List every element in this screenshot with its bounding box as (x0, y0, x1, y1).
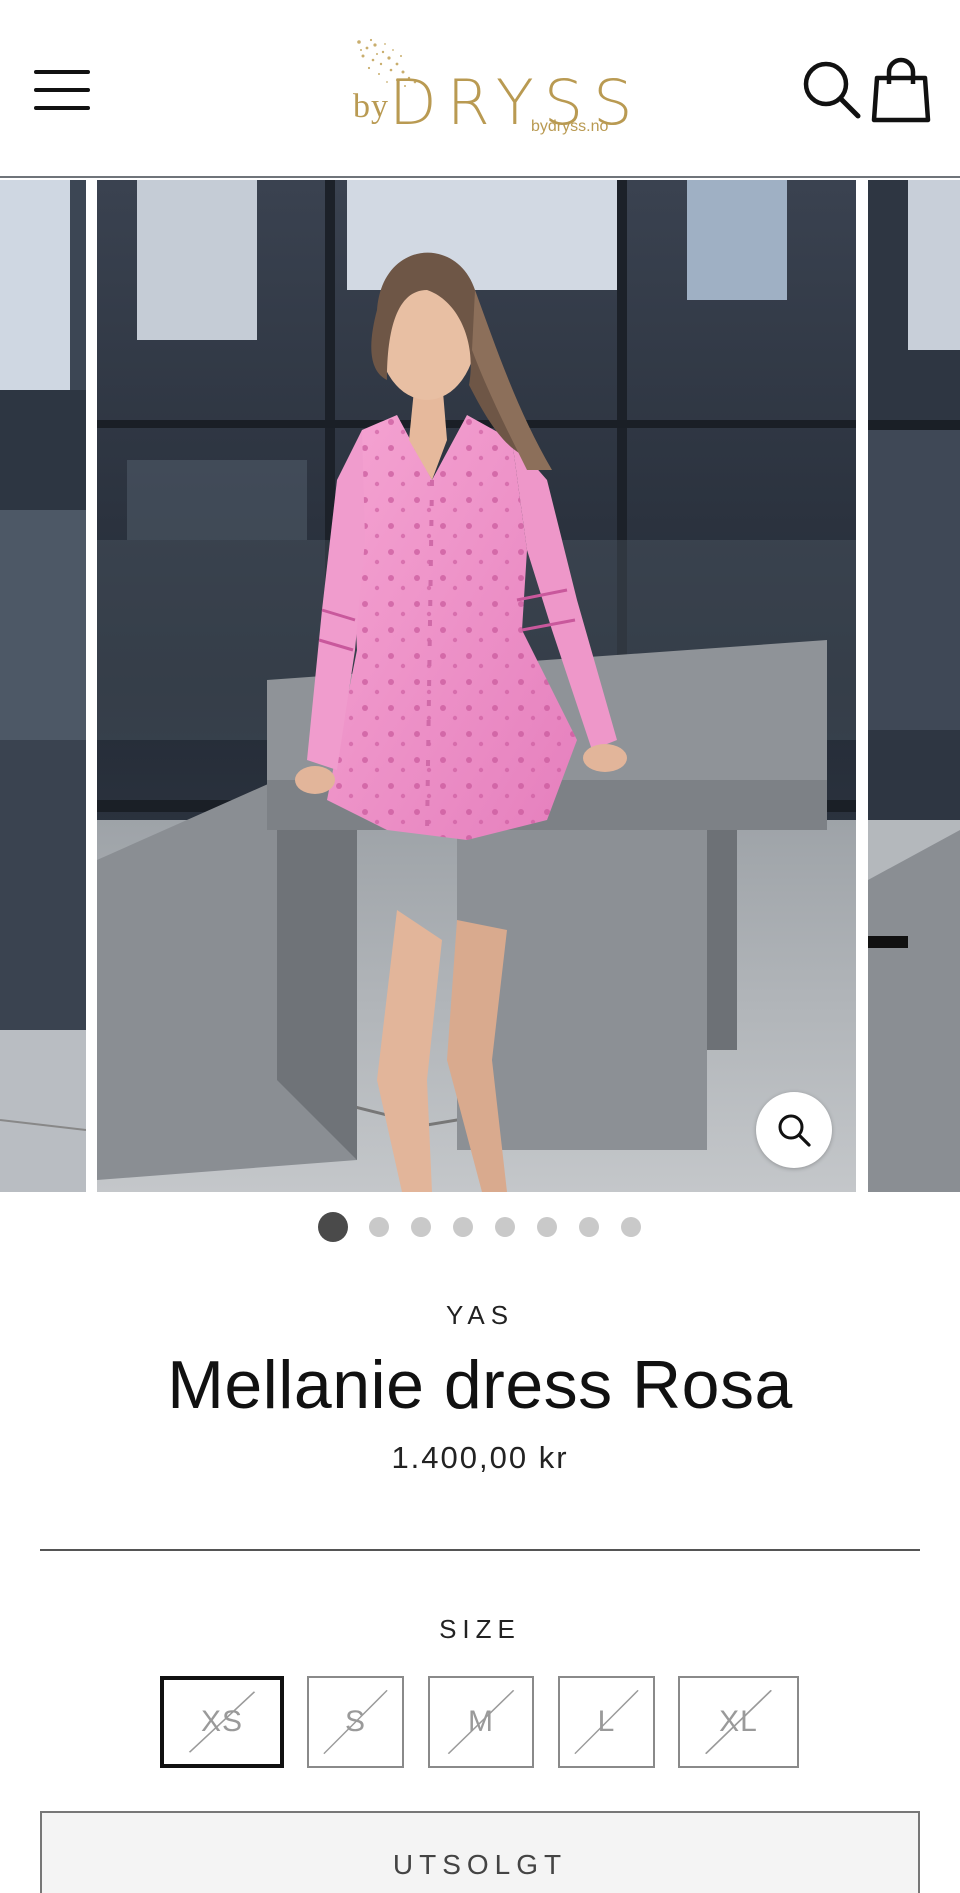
size-option-xl[interactable]: XL (678, 1676, 799, 1768)
menu-icon-line (34, 70, 90, 74)
sold-out-button[interactable]: UTSOLGT (40, 1811, 920, 1893)
size-option-label: XL (719, 1705, 758, 1738)
gallery-dot-8[interactable] (621, 1217, 641, 1237)
divider (40, 1549, 920, 1551)
size-option-label: S (344, 1705, 366, 1738)
gallery-slide-active[interactable] (97, 180, 856, 1192)
gallery-slide-next[interactable] (868, 180, 960, 1192)
cart-icon[interactable] (870, 56, 932, 124)
size-label: SIZE (439, 1614, 521, 1644)
menu-icon-line (34, 88, 90, 92)
zoom-button[interactable] (756, 1092, 832, 1168)
menu-icon[interactable] (28, 64, 90, 112)
site-logo[interactable]: by DRYSS bydryss.no (345, 36, 632, 142)
size-option-xs[interactable]: XS (160, 1676, 284, 1768)
size-option-label: M (468, 1705, 494, 1738)
gallery-dot-3[interactable] (411, 1217, 431, 1237)
gallery-dot-2[interactable] (369, 1217, 389, 1237)
logo-prefix: by (353, 88, 389, 125)
gallery-slide-prev[interactable] (0, 180, 86, 1192)
size-option-label: L (597, 1705, 616, 1738)
size-option-l[interactable]: L (558, 1676, 655, 1768)
size-option-m[interactable]: M (428, 1676, 534, 1768)
gallery-dot-4[interactable] (453, 1217, 473, 1237)
gallery-dot-5[interactable] (495, 1217, 515, 1237)
gallery-dot-1[interactable] (318, 1212, 348, 1242)
product-vendor[interactable]: YAS (0, 1300, 960, 1331)
site-header: by DRYSS bydryss.no (0, 0, 960, 178)
menu-icon-line (34, 106, 90, 110)
zoom-icon (778, 1114, 811, 1147)
product-photo (97, 180, 856, 1192)
product-photo-next (868, 180, 960, 1192)
search-icon[interactable] (800, 58, 864, 122)
logo-url: bydryss.no (531, 118, 609, 135)
gallery-pagination (0, 1212, 960, 1242)
product-photo-prev (0, 180, 86, 1192)
gallery-dot-7[interactable] (579, 1217, 599, 1237)
product-gallery[interactable] (0, 180, 960, 1192)
size-option-s[interactable]: S (307, 1676, 404, 1768)
gallery-dot-6[interactable] (537, 1217, 557, 1237)
product-title: Mellanie dress Rosa (167, 1347, 793, 1423)
size-option-label: XS (200, 1705, 244, 1738)
product-price: 1.400,00 kr (391, 1440, 569, 1475)
